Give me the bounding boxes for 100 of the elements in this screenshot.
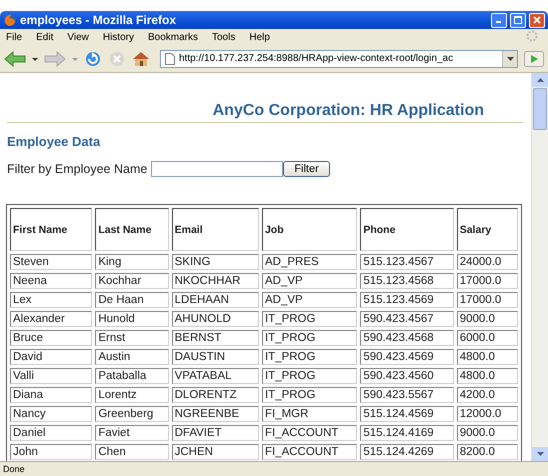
section-title: Employee Data — [7, 134, 102, 149]
scrollbar-thumb[interactable] — [533, 88, 547, 130]
table-cell: Ernst — [95, 330, 169, 346]
column-header: Phone — [360, 208, 454, 251]
menu-item[interactable]: Help — [249, 32, 276, 42]
table-cell: NKOCHHAR — [172, 273, 259, 289]
table-cell: Bruce — [10, 330, 92, 346]
table-cell: 515.124.4169 — [360, 425, 454, 441]
table-cell: David — [10, 349, 92, 365]
table-cell: King — [95, 254, 169, 270]
table-cell: 4800.0 — [456, 349, 518, 365]
window-title: employees - Mozilla Firefox — [20, 13, 178, 27]
table-cell: Alexander — [10, 311, 92, 327]
page-heading: AnyCo Corporation: HR Application — [7, 73, 523, 123]
forward-arrow-icon[interactable] — [44, 50, 66, 66]
table-cell: De Haan — [95, 292, 169, 308]
table-cell: 12000.0 — [456, 406, 518, 422]
home-icon[interactable] — [132, 50, 150, 66]
scrollbar[interactable] — [531, 73, 548, 461]
table-cell: Faviet — [95, 425, 169, 441]
maximize-icon — [514, 16, 522, 24]
scroll-up-arrow-icon[interactable] — [536, 78, 544, 82]
table-cell: 24000.0 — [456, 254, 518, 270]
minimize-button[interactable] — [491, 12, 507, 28]
menu-item[interactable]: Bookmarks — [148, 32, 204, 42]
table-cell: FI_ACCOUNT — [262, 425, 358, 441]
table-cell: 590.423.4568 — [360, 330, 454, 346]
table-cell: Lex — [10, 292, 92, 308]
table-cell: Hunold — [95, 311, 169, 327]
table-cell: AHUNOLD — [172, 311, 259, 327]
maximize-button[interactable] — [510, 12, 526, 28]
table-cell: NGREENBE — [172, 406, 259, 422]
address-field[interactable]: http://10.177.237.254:8988/HRApp-view-context-root/login_ac — [160, 50, 518, 68]
table-cell: Greenberg — [95, 406, 169, 422]
menu-item[interactable]: File — [6, 32, 28, 42]
table-cell: FI_ACCOUNT — [262, 444, 358, 460]
table-cell: DAUSTIN — [172, 349, 259, 365]
table-cell: Chen — [95, 444, 169, 460]
column-header: Job — [262, 208, 358, 251]
table-cell: IT_PROG — [262, 368, 358, 384]
filter-label: Filter by Employee Name — [7, 162, 148, 176]
table-cell: Nancy — [10, 406, 92, 422]
scroll-down-arrow-icon[interactable] — [536, 452, 544, 456]
table-cell: DLORENTZ — [172, 387, 259, 403]
table-cell: 590.423.5567 — [360, 387, 454, 403]
table-cell: 515.123.4569 — [360, 292, 454, 308]
url-text: http://10.177.237.254:8988/HRApp-view-context-root/login_ac — [178, 53, 454, 64]
table-cell: LDEHAAN — [172, 292, 259, 308]
table-cell: 590.423.4560 — [360, 368, 454, 384]
table-cell: BERNST — [172, 330, 259, 346]
filter-button[interactable]: Filter — [283, 161, 330, 177]
back-arrow-icon[interactable] — [4, 50, 26, 66]
table-cell: VPATABAL — [172, 368, 259, 384]
table-cell: 6000.0 — [456, 330, 518, 346]
table-cell: 515.124.4569 — [360, 406, 454, 422]
table-cell: 590.423.4567 — [360, 311, 454, 327]
table-cell: IT_PROG — [262, 387, 358, 403]
table-cell: Valli — [10, 368, 92, 384]
table-cell: Diana — [10, 387, 92, 403]
table-cell: IT_PROG — [262, 330, 358, 346]
table-cell: Pataballa — [95, 368, 169, 384]
reload-icon[interactable] — [84, 50, 102, 66]
table-cell: 515.124.4269 — [360, 444, 454, 460]
table-cell: IT_PROG — [262, 311, 358, 327]
table-cell: Neena — [10, 273, 92, 289]
column-header: First Name — [10, 208, 92, 251]
table-cell: AD_PRES — [262, 254, 358, 270]
page-icon — [165, 52, 175, 64]
menu-item[interactable]: History — [102, 32, 140, 42]
table-cell: Kochhar — [95, 273, 169, 289]
table-cell: 17000.0 — [456, 273, 518, 289]
table-cell: 4800.0 — [456, 368, 518, 384]
menu-item[interactable]: View — [67, 32, 95, 42]
table-cell: 9000.0 — [456, 311, 518, 327]
throbber-icon — [526, 30, 538, 42]
table-cell: AD_VP — [262, 292, 358, 308]
table-cell: DFAVIET — [172, 425, 259, 441]
table-cell: AD_VP — [262, 273, 358, 289]
table-cell: Daniel — [10, 425, 92, 441]
filter-input[interactable] — [151, 161, 284, 177]
table-cell: 515.123.4567 — [360, 254, 454, 270]
table-cell: Lorentz — [95, 387, 169, 403]
table-cell: 8200.0 — [456, 444, 518, 460]
table-cell: 4200.0 — [456, 387, 518, 403]
table-cell: Austin — [95, 349, 169, 365]
close-button[interactable] — [529, 12, 545, 28]
table-cell: JCHEN — [172, 444, 259, 460]
dropdown-caret-icon[interactable] — [502, 50, 517, 66]
table-cell: John — [10, 444, 92, 460]
table-cell: 590.423.4569 — [360, 349, 454, 365]
menu-item[interactable]: Tools — [212, 32, 242, 42]
close-icon — [533, 16, 541, 24]
table-cell: 17000.0 — [456, 292, 518, 308]
table-cell: IT_PROG — [262, 349, 358, 365]
menu-item[interactable]: Edit — [36, 32, 60, 42]
table-cell: 9000.0 — [456, 425, 518, 441]
table-cell: SKING — [172, 254, 259, 270]
table-cell: FI_MGR — [262, 406, 358, 422]
column-header: Salary — [456, 208, 518, 251]
table-cell: 515.123.4568 — [360, 273, 454, 289]
